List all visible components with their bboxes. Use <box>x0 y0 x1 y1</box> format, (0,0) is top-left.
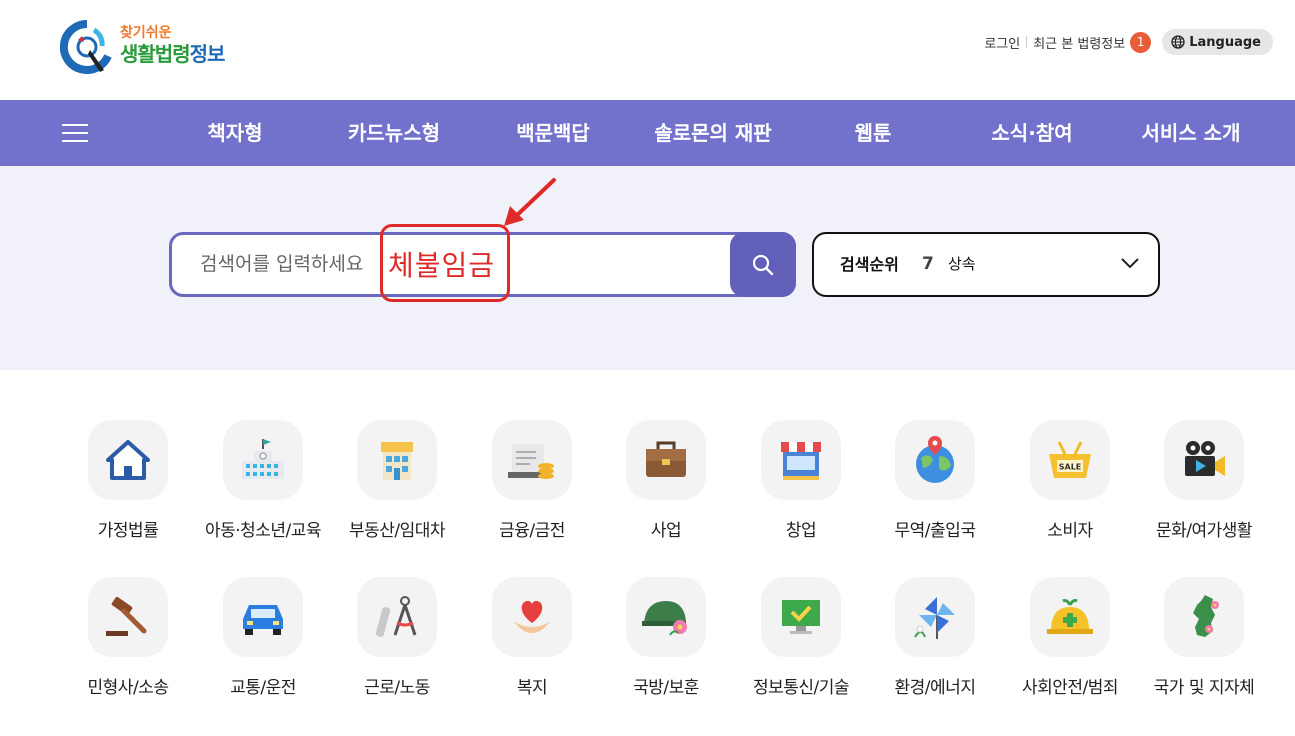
category-label: 문화/여가생활 <box>1155 521 1253 541</box>
category-label: 사회안전/범죄 <box>1021 678 1119 698</box>
category-traffic-driving[interactable]: 교통/운전 <box>193 577 333 698</box>
rank-keyword: 상속 <box>948 255 976 273</box>
search-placeholder: 검색어를 입력하세요 <box>200 253 364 275</box>
recent-laws-link[interactable]: 최근 본 법령정보 <box>1033 33 1125 52</box>
car-icon <box>223 577 303 657</box>
header: 찾기쉬운 생활법령정보 로그인 최근 본 법령정보 1 Language <box>0 0 1295 100</box>
category-civil-criminal[interactable]: 민형사/소송 <box>58 577 198 698</box>
heart-hands-icon <box>492 577 572 657</box>
category-trade-immigration[interactable]: 무역/출입국 <box>865 420 1005 541</box>
nav-item-news[interactable]: 소식·참여 <box>991 100 1072 166</box>
money-icon <box>492 420 572 500</box>
hamburger-icon[interactable] <box>62 122 88 144</box>
svg-text:SALE: SALE <box>1059 463 1082 472</box>
category-consumer[interactable]: SALE 소비자 <box>1000 420 1140 541</box>
logo-mark-icon <box>60 20 112 74</box>
category-finance[interactable]: 금융/금전 <box>462 420 602 541</box>
login-link[interactable]: 로그인 <box>984 33 1020 52</box>
language-button[interactable]: Language <box>1162 29 1273 55</box>
category-label: 민형사/소송 <box>87 678 169 698</box>
category-label: 금융/금전 <box>499 521 565 541</box>
category-label: 사업 <box>650 521 682 541</box>
category-label: 창업 <box>785 521 817 541</box>
school-icon <box>223 420 303 500</box>
rank-label: 검색순위 <box>840 255 899 274</box>
category-business[interactable]: 사업 <box>596 420 736 541</box>
main-nav: 책자형 카드뉴스형 백문백답 솔로몬의 재판 웹툰 소식·참여 서비스 소개 <box>0 100 1295 166</box>
annotation-text: 체불임금 <box>388 249 496 282</box>
category-social-safety[interactable]: 사회안전/범죄 <box>1000 577 1140 698</box>
category-label: 근로/노동 <box>364 678 430 698</box>
category-label: 무역/출입국 <box>894 521 976 541</box>
nav-item-booklet[interactable]: 책자형 <box>207 100 262 166</box>
logo-title: 생활법령정보 <box>120 38 226 67</box>
korea-map-icon <box>1164 577 1244 657</box>
utility-bar: 로그인 최근 본 법령정보 1 Language <box>984 28 1273 56</box>
globe-icon <box>1171 35 1185 49</box>
nav-item-webtoon[interactable]: 웹툰 <box>855 100 892 166</box>
category-real-estate[interactable]: 부동산/임대차 <box>327 420 467 541</box>
language-label: Language <box>1189 34 1261 50</box>
category-label: 환경/에너지 <box>894 678 976 698</box>
movie-camera-icon <box>1164 420 1244 500</box>
gavel-icon <box>88 577 168 657</box>
helmet-flower-icon <box>626 577 706 657</box>
category-grid: 가정법률 아동·청소년/교육 부동산/임대차 금융/금전 사업 창업 무역/출입… <box>0 370 1295 736</box>
chevron-down-icon[interactable] <box>1120 256 1140 270</box>
category-defense-veterans[interactable]: 국방/보훈 <box>596 577 736 698</box>
category-label: 교통/운전 <box>230 678 296 698</box>
building-icon <box>357 420 437 500</box>
category-labor[interactable]: 근로/노동 <box>327 577 467 698</box>
category-family-law[interactable]: 가정법률 <box>58 420 198 541</box>
recent-count-badge: 1 <box>1130 31 1152 53</box>
search-button[interactable] <box>730 232 796 297</box>
category-startup[interactable]: 창업 <box>731 420 871 541</box>
sale-basket-icon: SALE <box>1030 420 1110 500</box>
nav-item-about[interactable]: 서비스 소개 <box>1142 100 1241 166</box>
category-welfare[interactable]: 복지 <box>462 577 602 698</box>
category-ict[interactable]: 정보통신/기술 <box>731 577 871 698</box>
category-youth-education[interactable]: 아동·청소년/교육 <box>193 420 333 541</box>
category-label: 국방/보훈 <box>633 678 699 698</box>
category-culture-leisure[interactable]: 문화/여가생활 <box>1134 420 1274 541</box>
category-label: 부동산/임대차 <box>348 521 446 541</box>
rank-number: 7 <box>922 254 934 274</box>
annotation-arrow-icon <box>504 178 556 226</box>
category-state-local-govt[interactable]: 국가 및 지자체 <box>1134 577 1274 698</box>
safety-helmet-icon <box>1030 577 1110 657</box>
pinwheel-icon <box>895 577 975 657</box>
globe-pin-icon <box>895 420 975 500</box>
nav-item-qa[interactable]: 백문백답 <box>516 100 590 166</box>
site-logo[interactable]: 찾기쉬운 생활법령정보 <box>60 18 240 74</box>
storefront-icon <box>761 420 841 500</box>
search-rank-dropdown[interactable]: 검색순위 7 상속 <box>812 232 1160 297</box>
nav-item-cardnews[interactable]: 카드뉴스형 <box>348 100 440 166</box>
briefcase-icon <box>626 420 706 500</box>
category-environment-energy[interactable]: 환경/에너지 <box>865 577 1005 698</box>
logo-title-green: 생활법령 <box>120 42 191 66</box>
logo-title-blue: 정보 <box>189 42 226 66</box>
category-label: 가정법률 <box>97 521 159 541</box>
compass-tools-icon <box>357 577 437 657</box>
category-label: 아동·청소년/교육 <box>204 521 322 541</box>
monitor-check-icon <box>761 577 841 657</box>
category-label: 소비자 <box>1047 521 1093 541</box>
house-icon <box>88 420 168 500</box>
divider <box>1026 36 1028 48</box>
category-label: 국가 및 지자체 <box>1153 678 1255 698</box>
nav-item-solomon[interactable]: 솔로몬의 재판 <box>654 100 771 166</box>
category-label: 복지 <box>516 678 548 698</box>
category-label: 정보통신/기술 <box>752 678 850 698</box>
search-section: 검색어를 입력하세요 검색순위 7 상속 <box>0 166 1295 370</box>
search-icon <box>752 254 774 275</box>
